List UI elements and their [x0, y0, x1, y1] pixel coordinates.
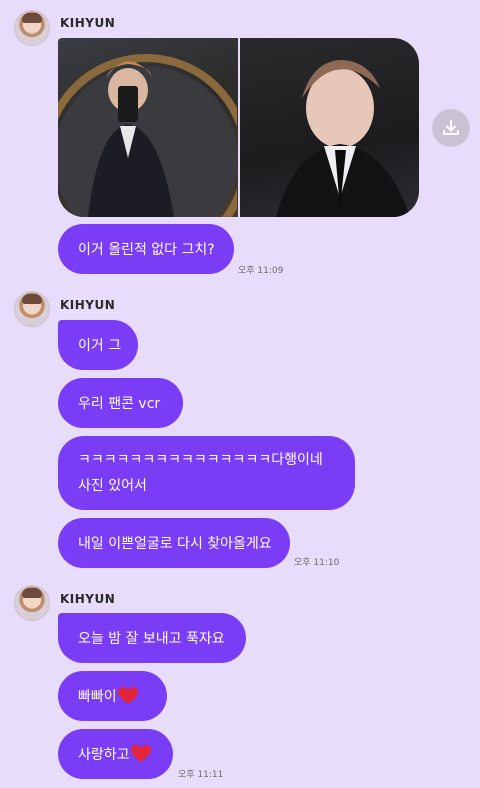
mirror-selfie-image	[58, 54, 238, 217]
red-heart-icon	[130, 745, 151, 762]
message-text-line: 사진 있어서	[78, 478, 147, 494]
sender-name: KIHYUN	[60, 16, 116, 30]
message-text: 우리 팬콘 vcr	[78, 396, 161, 412]
selfie-image	[275, 60, 410, 217]
message-text: 빠빠이	[78, 689, 117, 705]
photo-message[interactable]	[58, 38, 419, 217]
message-bubble[interactable]: 오늘 밤 잘 보내고 푹자요	[58, 613, 246, 663]
photo-thumbnail[interactable]	[239, 38, 419, 217]
sender-name: KIHYUN	[60, 592, 116, 606]
message-bubble[interactable]: 이거 그	[58, 320, 138, 370]
avatar[interactable]	[14, 291, 50, 327]
message-time: 오후 11:10	[294, 558, 340, 568]
message-time: 오후 11:11	[178, 770, 224, 780]
message-text: 이거 올린적 없다 그치?	[78, 242, 215, 258]
message-text-line: ㅋㅋㅋㅋㅋㅋㅋㅋㅋㅋㅋㅋㅋㅋㅋ다행이네	[78, 452, 323, 468]
message-time: 오후 11:09	[238, 266, 284, 276]
message-bubble[interactable]: 사랑하고	[58, 729, 173, 779]
avatar[interactable]	[14, 10, 50, 46]
message-text: 사랑하고	[78, 747, 130, 763]
message-bubble[interactable]: 빠빠이	[58, 671, 167, 721]
message-bubble[interactable]: ㅋㅋㅋㅋㅋㅋㅋㅋㅋㅋㅋㅋㅋㅋㅋ다행이네 사진 있어서	[58, 436, 355, 510]
red-heart-icon	[117, 687, 138, 704]
download-icon	[443, 120, 459, 135]
sender-name: KIHYUN	[60, 298, 116, 312]
avatar[interactable]	[14, 585, 50, 621]
download-button[interactable]	[432, 109, 470, 147]
message-text: 오늘 밤 잘 보내고 푹자요	[78, 631, 225, 647]
message-bubble[interactable]: 내일 이쁜얼굴로 다시 찾아올게요	[58, 518, 290, 568]
photo-thumbnail[interactable]	[58, 38, 238, 217]
message-bubble[interactable]: 이거 올린적 없다 그치?	[58, 224, 234, 274]
message-bubble[interactable]: 우리 팬콘 vcr	[58, 378, 183, 428]
message-text: 내일 이쁜얼굴로 다시 찾아올게요	[78, 536, 272, 552]
message-text: 이거 그	[78, 338, 122, 354]
